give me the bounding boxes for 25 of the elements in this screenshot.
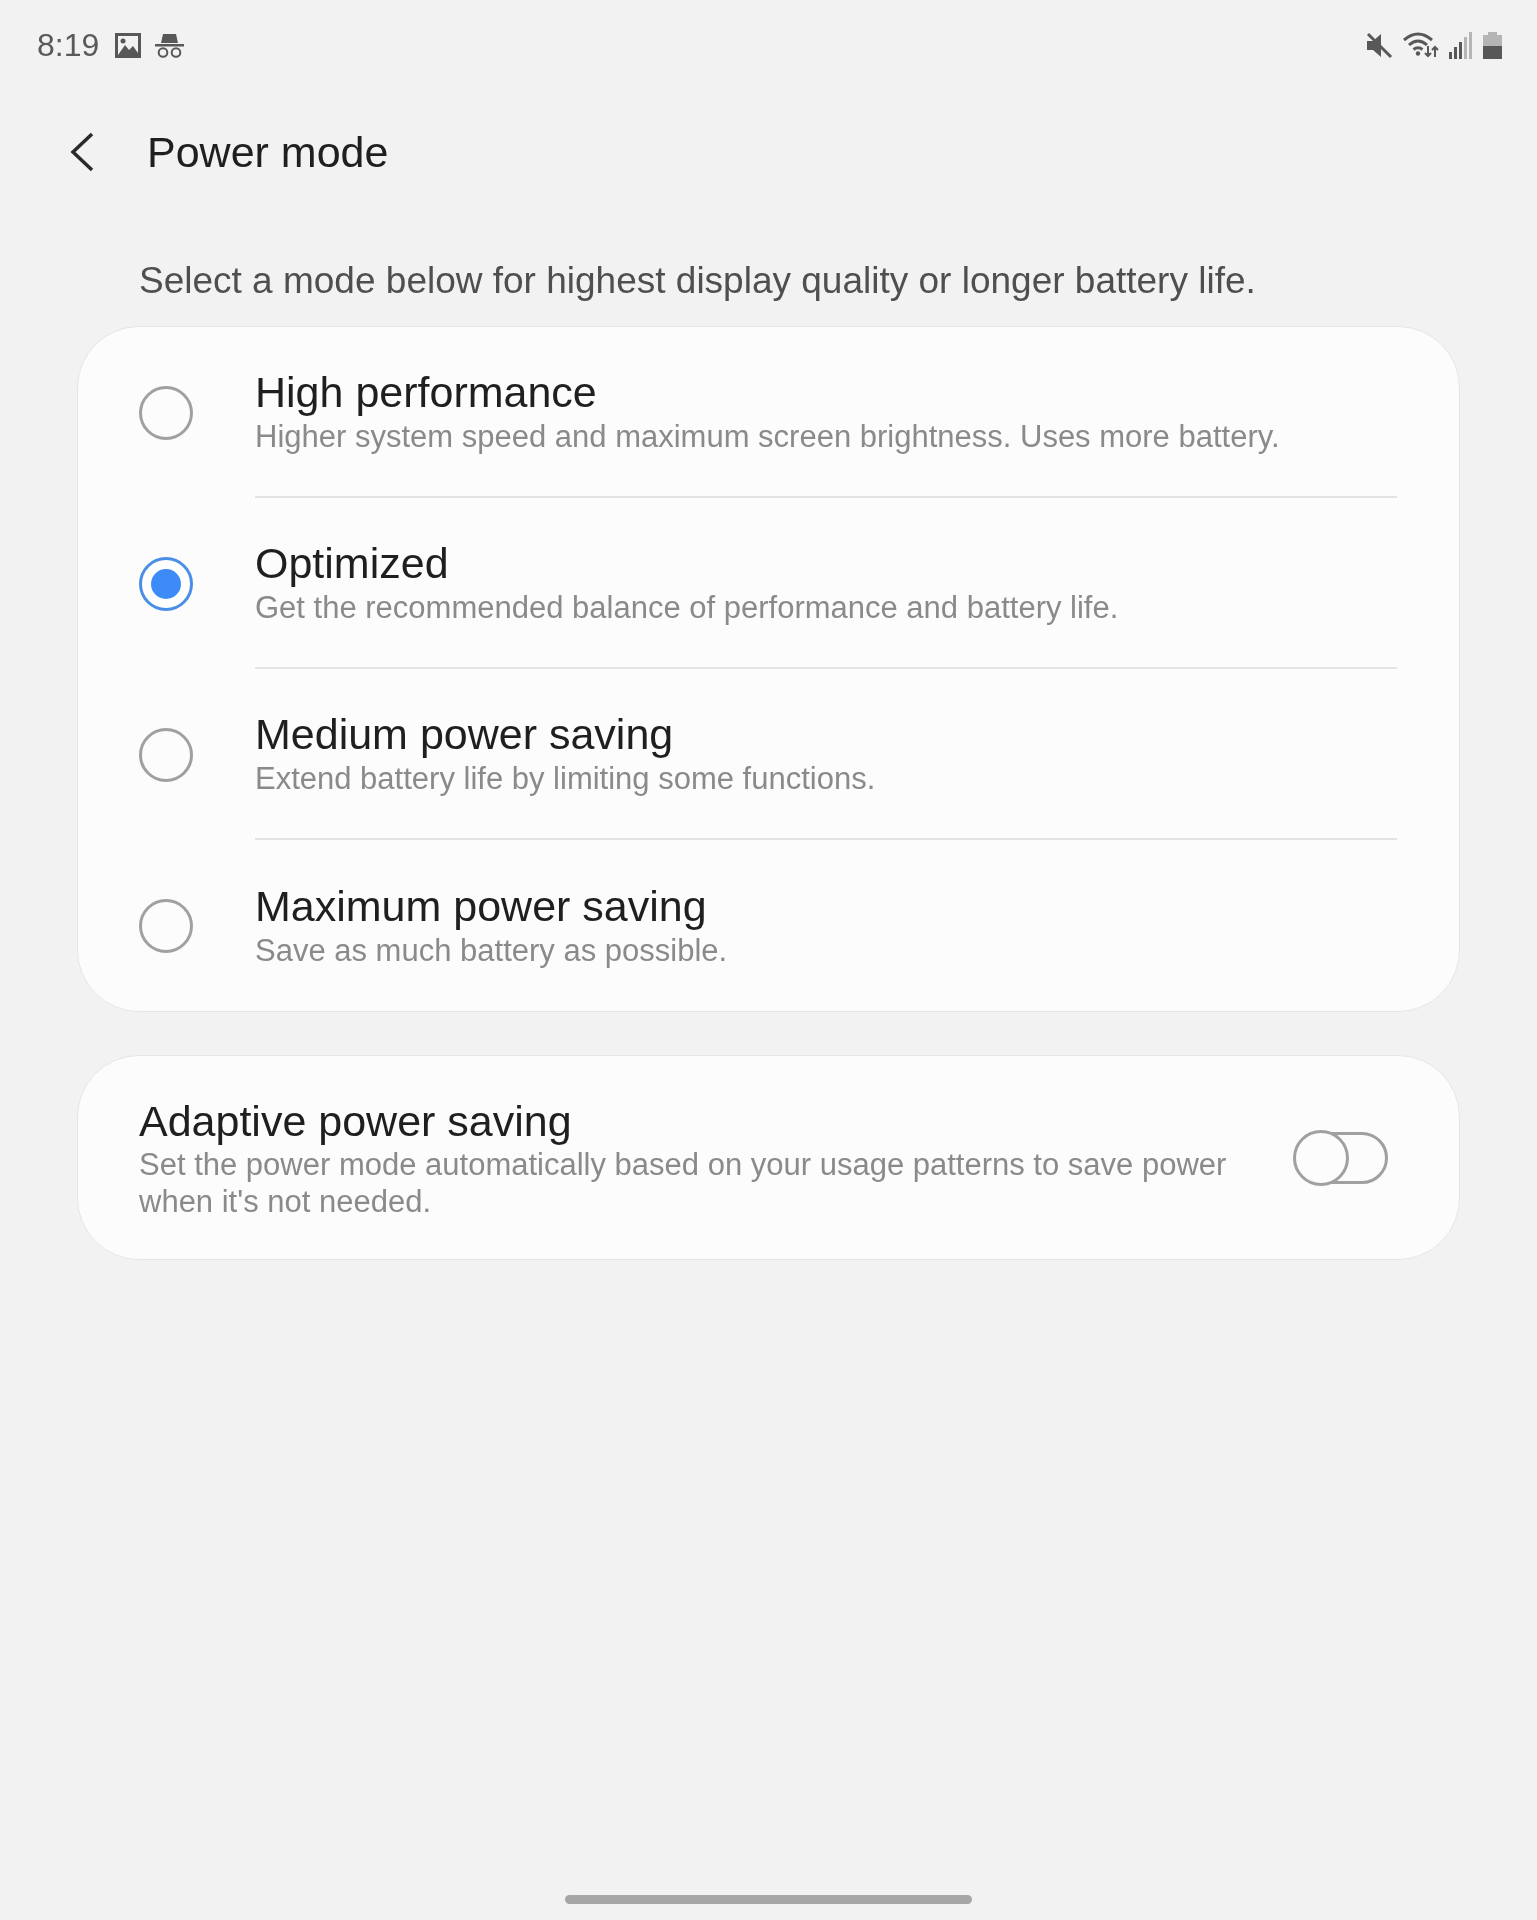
radio-button[interactable]: [139, 727, 193, 782]
mode-title: Medium power saving: [255, 708, 674, 759]
mode-description: Save as much battery as possible.: [255, 931, 728, 970]
battery-icon: [1483, 31, 1502, 59]
mode-title: Optimized: [255, 537, 449, 588]
image-icon: [115, 32, 142, 58]
status-time: 8:19: [37, 29, 100, 61]
signal-bars-icon: [1449, 31, 1473, 59]
radio-button[interactable]: [139, 556, 193, 611]
mode-description: Higher system speed and maximum screen brightness. Uses more battery.: [255, 417, 1280, 456]
setting-description: Set the power mode automatically based on your usage patterns to save power when it's not needed.: [139, 1145, 1228, 1220]
mode-description: Get the recommended balance of performance and battery life.: [255, 588, 1119, 627]
back-icon: [70, 132, 94, 172]
toggle-switch[interactable]: [1293, 1129, 1389, 1186]
description-text: Select a mode below for highest display quality or longer battery life.: [139, 259, 1256, 303]
wifi-icon: [1403, 32, 1439, 58]
page-title: Power mode: [147, 127, 389, 178]
mode-title: High performance: [255, 366, 597, 417]
muted-speaker-icon: [1366, 31, 1393, 59]
mode-title: Maximum power saving: [255, 880, 707, 931]
mode-description: Extend battery life by limiting some functions.: [255, 759, 876, 798]
radio-button[interactable]: [139, 898, 193, 953]
radio-button[interactable]: [139, 385, 193, 440]
setting-title: Adaptive power saving: [139, 1095, 572, 1146]
incognito-icon: [155, 32, 185, 58]
